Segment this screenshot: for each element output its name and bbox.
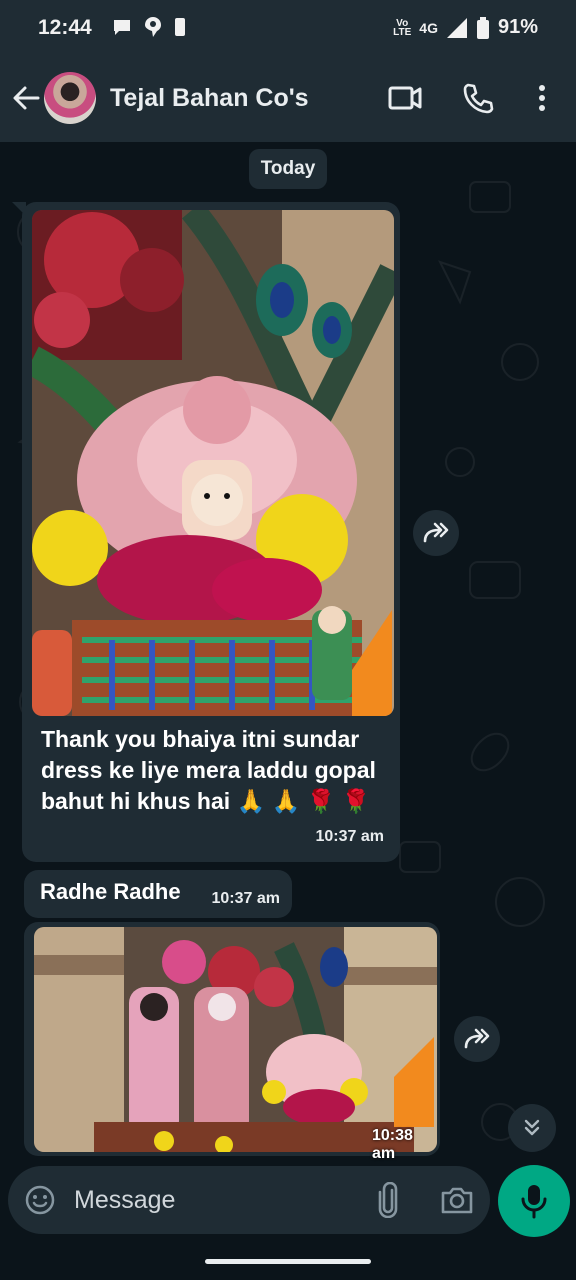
avatar[interactable] <box>44 72 96 124</box>
home-gesture-handle[interactable] <box>205 1259 371 1264</box>
sim-notification-icon <box>175 18 185 36</box>
message-bubble-image[interactable]: 10:38 am <box>24 922 440 1162</box>
message-text: Radhe Radhe <box>40 879 181 904</box>
message-bubble-image-caption[interactable]: Thank you bhaiya itni sundar dress ke li… <box>12 202 400 862</box>
message-photo[interactable] <box>34 927 437 1152</box>
emoji-icon[interactable] <box>24 1184 56 1216</box>
voice-call-icon[interactable] <box>462 80 494 116</box>
chat-area[interactable]: Today Thank you bhaiya itni sundar dress… <box>0 142 576 1280</box>
message-time: 10:38 am <box>372 1127 413 1162</box>
scroll-to-bottom-button[interactable] <box>508 1104 556 1152</box>
message-photo[interactable] <box>32 210 394 716</box>
app-notification-icon <box>145 17 161 37</box>
network-type: 4G <box>419 19 438 36</box>
video-call-icon[interactable] <box>388 80 422 116</box>
notification-icons <box>112 16 186 38</box>
back-arrow-icon[interactable] <box>10 82 42 114</box>
more-options-icon[interactable] <box>530 80 554 116</box>
forward-button[interactable] <box>454 1016 500 1062</box>
volte-indicator: Vo LTE <box>393 17 412 38</box>
deity-pair-photo <box>34 927 437 1152</box>
battery-percent: 91% <box>497 16 538 38</box>
system-navigation-bar <box>0 1240 576 1280</box>
message-caption: Thank you bhaiya itni sundar dress ke li… <box>41 726 376 814</box>
microphone-icon <box>521 1185 547 1219</box>
forward-button[interactable] <box>413 510 459 556</box>
message-input[interactable] <box>74 1166 354 1234</box>
chat-notification-icon <box>114 20 130 35</box>
status-right: Vo LTE 4G 91% <box>393 16 538 39</box>
chat-header: Tejal Bahan Co's <box>0 56 576 142</box>
forward-icon <box>464 1028 490 1049</box>
voice-message-button[interactable] <box>498 1165 570 1237</box>
contact-name[interactable]: Tejal Bahan Co's <box>110 84 309 113</box>
forward-icon <box>423 522 449 543</box>
double-chevron-down-icon <box>524 1119 540 1136</box>
status-time: 12:44 <box>38 16 92 39</box>
message-time: 10:37 am <box>211 890 281 907</box>
deity-altar-photo <box>32 210 394 716</box>
message-time: 10:37 am <box>315 828 385 845</box>
camera-icon[interactable] <box>440 1184 474 1216</box>
message-bubble-text[interactable]: Radhe Radhe 10:37 am <box>24 870 292 918</box>
status-bar: 12:44 Vo LTE 4G 91% <box>0 0 576 56</box>
battery-icon <box>476 16 489 39</box>
message-composer <box>8 1166 490 1234</box>
attach-icon[interactable] <box>376 1182 400 1218</box>
date-separator: Today <box>249 149 327 189</box>
bubble-tail <box>12 202 26 216</box>
signal-icon <box>446 17 467 38</box>
